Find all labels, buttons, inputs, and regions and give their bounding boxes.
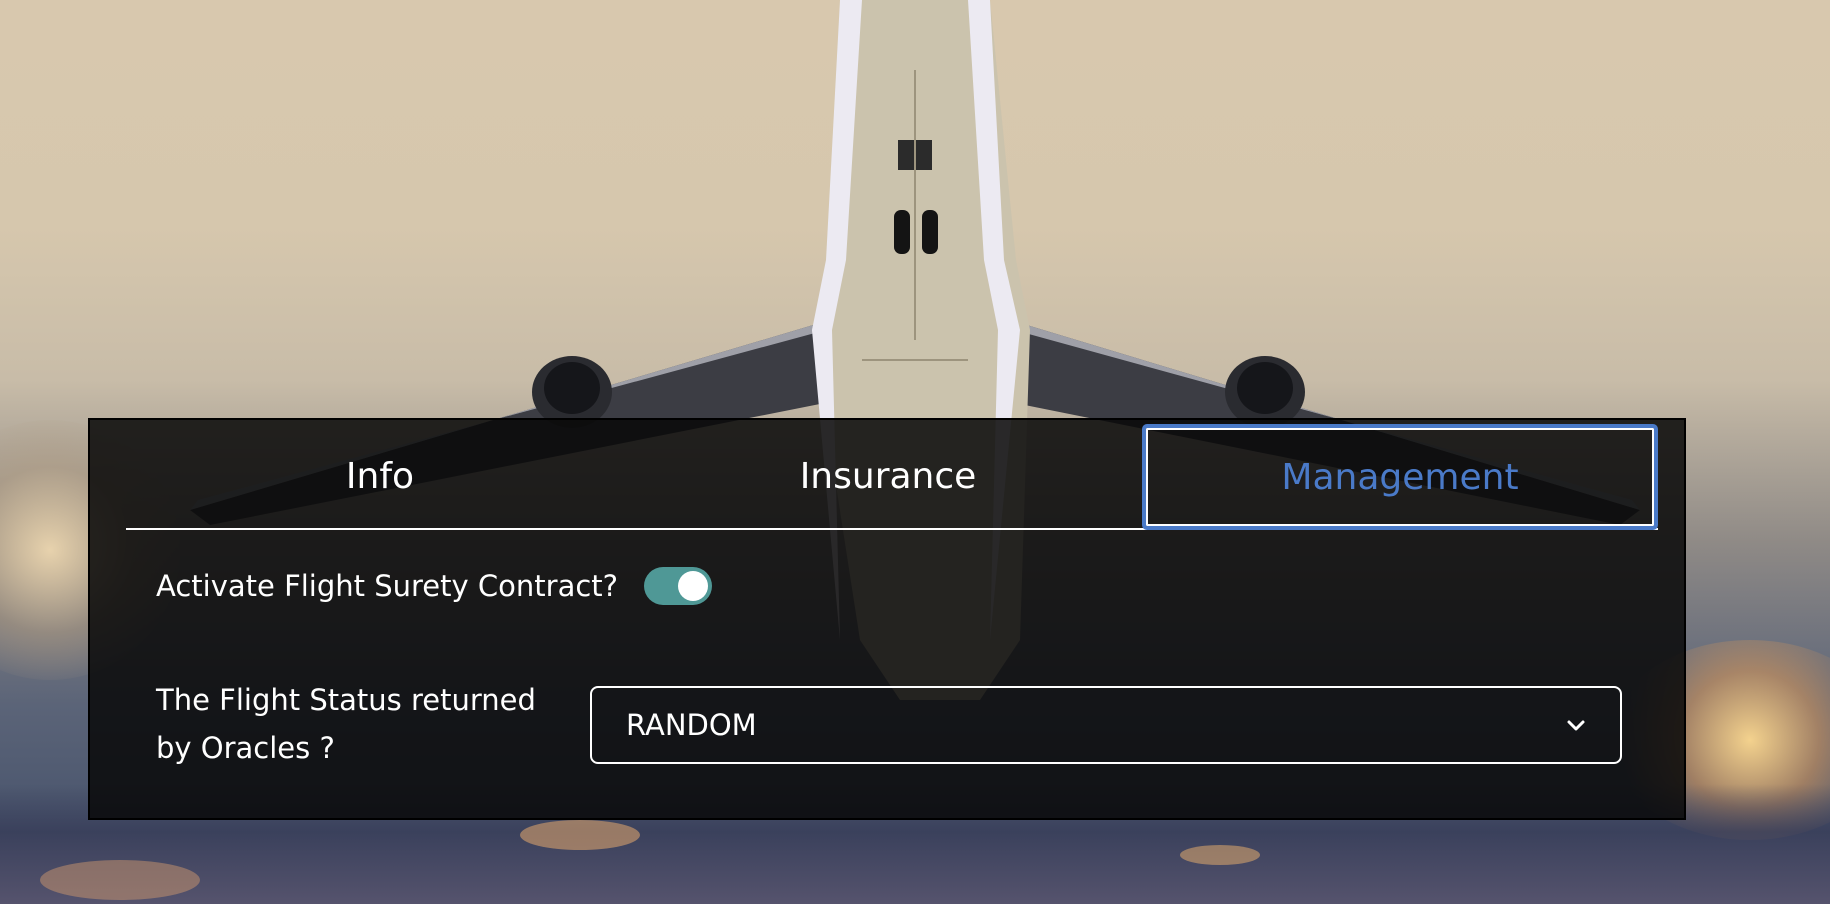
app-background: Info Insurance Management Activate Fligh… — [0, 0, 1830, 904]
activate-contract-toggle[interactable] — [644, 567, 713, 605]
flight-status-selected-value: RANDOM — [626, 708, 757, 742]
chevron-down-icon — [1567, 720, 1585, 731]
toggle-knob — [678, 571, 709, 601]
flight-status-select[interactable]: RANDOM — [590, 686, 1622, 764]
flight-status-label: The Flight Status returned by Oracles ? — [156, 683, 536, 765]
tab-bar: Info Insurance Management — [126, 424, 1658, 530]
activate-contract-row: Activate Flight Surety Contract? — [156, 562, 713, 610]
flight-surety-panel: Info Insurance Management Activate Fligh… — [88, 418, 1686, 820]
activate-contract-label: Activate Flight Surety Contract? — [156, 569, 619, 603]
tab-management[interactable]: Management — [1142, 424, 1658, 530]
tab-info[interactable]: Info — [126, 424, 634, 528]
tab-insurance[interactable]: Insurance — [634, 424, 1142, 528]
